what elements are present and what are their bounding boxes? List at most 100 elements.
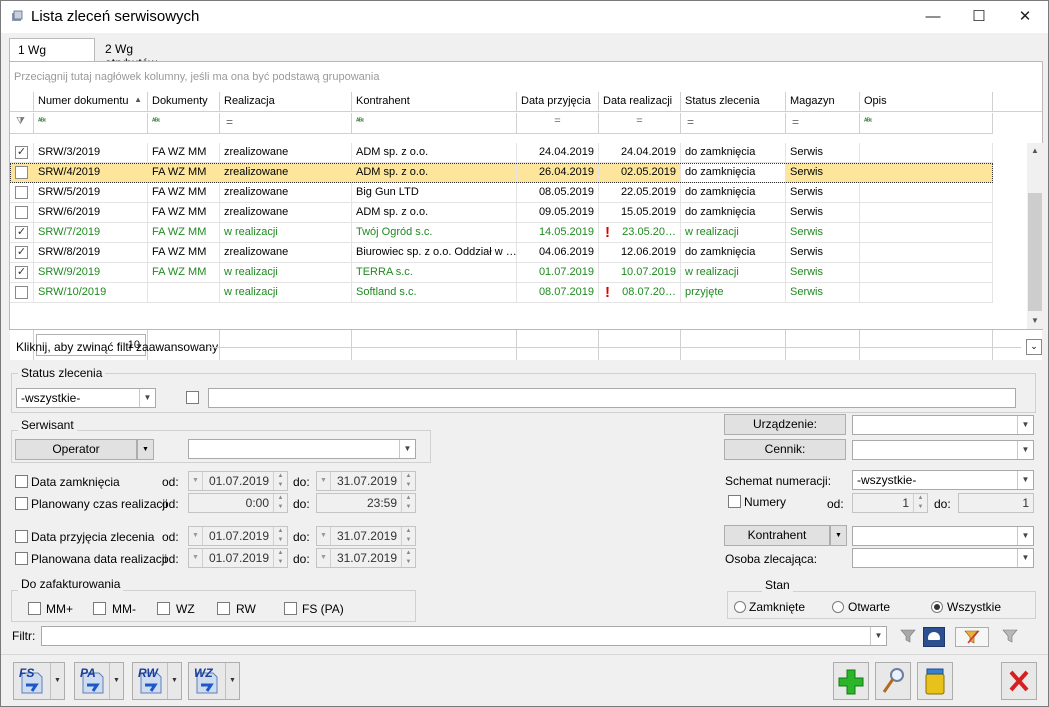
collapse-icon[interactable]: ⌄ [1026, 339, 1042, 355]
filter-kontrahent[interactable]: ᴬᴮᶜ [352, 113, 517, 134]
data-zamkniecia-checkbox[interactable] [15, 475, 28, 488]
row-check-cell[interactable] [10, 163, 34, 183]
row-check-cell[interactable] [10, 183, 34, 203]
numery-do[interactable]: 1 [958, 493, 1034, 513]
edit-button[interactable] [875, 662, 911, 700]
numery-od[interactable]: 1 ▲ ▼ [852, 493, 928, 513]
spinner-icon[interactable]: ▲ ▼ [913, 494, 927, 512]
chevron-down-icon[interactable]: ▼ [50, 663, 64, 699]
chevron-down-icon[interactable]: ▼ [167, 663, 181, 699]
filter-funnel-icon[interactable] [898, 627, 920, 647]
cennik-button[interactable]: Cennik: [724, 439, 846, 460]
pa-button[interactable]: PA ▼ [74, 662, 124, 700]
numery-checkbox[interactable] [728, 495, 741, 508]
filter-data-przyjecia[interactable]: = [517, 113, 599, 134]
planowany-czas-do[interactable]: 23:59 ▲ ▼ [316, 493, 416, 513]
table-row[interactable]: SRW/5/2019 FA WZ MM zrealizowane Big Gun LT… [10, 183, 993, 203]
minimize-button[interactable]: — [910, 1, 956, 32]
col-header-kontrahent[interactable]: Kontrahent [352, 92, 517, 112]
chevron-down-icon[interactable]: ▼ [225, 663, 239, 699]
table-row[interactable]: ✓ SRW/3/2019 FA WZ MM zrealizowane ADM sp. z… [10, 143, 993, 163]
cennik-select[interactable]: ▼ [852, 440, 1034, 460]
close-window-button[interactable]: ✕ [1002, 1, 1048, 32]
status-text-field[interactable] [208, 388, 1016, 408]
row-check-cell[interactable] [10, 203, 34, 223]
kontrahent-dropdown[interactable]: ▼ [830, 525, 847, 546]
urzadzenie-button[interactable]: Urządzenie: [724, 414, 846, 435]
table-row[interactable]: SRW/4/2019 FA WZ MM zrealizowane ADM sp. z … [10, 163, 993, 183]
table-row[interactable]: ✓ SRW/8/2019 FA WZ MM zrealizowane Biurowiec… [10, 243, 993, 263]
group-by-area[interactable]: Przeciągnij tutaj nagłówek kolumny, jeśl… [10, 62, 1042, 92]
row-check-cell[interactable]: ✓ [10, 143, 34, 163]
col-header-magazyn[interactable]: Magazyn [786, 92, 860, 112]
spinner-icon[interactable]: ▲ ▼ [273, 472, 287, 490]
operator-dropdown[interactable]: ▼ [137, 439, 154, 460]
spinner-icon[interactable]: ▲ ▼ [273, 527, 287, 545]
radio-otwarte[interactable] [832, 601, 844, 613]
advanced-filter-toggle[interactable]: Kliknij, aby zwinąć filtr zaawansowany [16, 340, 218, 354]
tab-wg-numeru[interactable]: 1 Wg numeru [9, 38, 95, 71]
spinner-icon[interactable]: ▲ ▼ [273, 549, 287, 567]
filter-row-icon-cell[interactable]: ⧩ [10, 113, 34, 134]
table-row[interactable]: ✓ SRW/7/2019 FA WZ MM w realizacji Twój Ogró… [10, 223, 993, 243]
tab-wg-atrybutow[interactable]: 2 Wg atrybutów [97, 38, 193, 70]
data-zamkniecia-od[interactable]: ▼ 01.07.2019 ▲ ▼ [188, 471, 288, 491]
chevron-down-icon[interactable]: ▼ [109, 663, 123, 699]
kontrahent-select[interactable]: ▼ [852, 526, 1034, 546]
planowana-data-checkbox[interactable] [15, 552, 28, 565]
close-button[interactable] [1001, 662, 1037, 700]
planowany-czas-checkbox[interactable] [15, 497, 28, 510]
fs-pa-checkbox[interactable] [284, 602, 297, 615]
row-checkbox[interactable]: ✓ [15, 226, 28, 239]
filter-status[interactable]: = [681, 113, 786, 134]
row-checkbox[interactable]: ✓ [15, 266, 28, 279]
planowany-czas-od[interactable]: 0:00 ▲ ▼ [188, 493, 288, 513]
operator-button[interactable]: Operator [15, 439, 137, 460]
filter-data-realizacji[interactable]: = [599, 113, 681, 134]
schemat-select[interactable]: -wszystkie- ▼ [852, 470, 1034, 490]
col-header-opis[interactable]: Opis [860, 92, 993, 112]
delete-button[interactable] [917, 662, 953, 700]
spinner-icon[interactable]: ▲ ▼ [401, 472, 415, 490]
add-button[interactable] [833, 662, 869, 700]
col-header-status[interactable]: Status zlecenia [681, 92, 786, 112]
row-checkbox[interactable] [15, 186, 28, 199]
data-przyjecia-checkbox[interactable] [15, 530, 28, 543]
col-header-dokumenty[interactable]: Dokumenty [148, 92, 220, 112]
urzadzenie-select[interactable]: ▼ [852, 415, 1034, 435]
wz-button[interactable]: WZ ▼ [188, 662, 240, 700]
table-row[interactable]: ✓ SRW/9/2019 FA WZ MM w realizacji TERRA s.c… [10, 263, 993, 283]
col-header-numer[interactable]: Numer dokumentu ▲ [34, 92, 148, 112]
filter-realizacja[interactable]: = [220, 113, 352, 134]
mm-minus-checkbox[interactable] [93, 602, 106, 615]
serwisant-select[interactable]: ▼ [188, 439, 416, 459]
mm-plus-checkbox[interactable] [28, 602, 41, 615]
filter-numer[interactable]: ᴬᴮᶜ [34, 113, 148, 134]
filter-magazyn[interactable]: = [786, 113, 860, 134]
row-checkbox[interactable] [15, 166, 28, 179]
col-header-data-realizacji[interactable]: Data realizacji [599, 92, 681, 112]
filter-opis[interactable]: ᴬᴮᶜ [860, 113, 993, 134]
maximize-button[interactable]: ☐ [956, 1, 1002, 32]
data-przyjecia-od[interactable]: ▼ 01.07.2019 ▲ ▼ [188, 526, 288, 546]
rw-button[interactable]: RW ▼ [132, 662, 182, 700]
kontrahent-button[interactable]: Kontrahent [724, 525, 830, 546]
spinner-icon[interactable]: ▲ ▼ [401, 494, 415, 512]
rw-checkbox[interactable] [217, 602, 230, 615]
row-check-cell[interactable] [10, 283, 34, 303]
row-checkbox[interactable]: ✓ [15, 246, 28, 259]
table-row[interactable]: SRW/10/2019 w realizacji Softland s.c. 08.0… [10, 283, 993, 303]
data-przyjecia-do[interactable]: ▼ 31.07.2019 ▲ ▼ [316, 526, 416, 546]
radio-wszystkie[interactable] [931, 601, 943, 613]
filtr-input[interactable]: ▼ [41, 626, 887, 646]
spinner-icon[interactable]: ▲ ▼ [401, 549, 415, 567]
planowana-data-do[interactable]: ▼ 31.07.2019 ▲ ▼ [316, 548, 416, 568]
wz-checkbox[interactable] [157, 602, 170, 615]
row-checkbox[interactable]: ✓ [15, 146, 28, 159]
spinner-icon[interactable]: ▲ ▼ [273, 494, 287, 512]
scroll-up-icon[interactable]: ▲ [1027, 143, 1043, 159]
osoba-select[interactable]: ▼ [852, 548, 1034, 568]
row-check-cell[interactable]: ✓ [10, 223, 34, 243]
row-checkbox[interactable] [15, 206, 28, 219]
spinner-icon[interactable]: ▲ ▼ [401, 527, 415, 545]
